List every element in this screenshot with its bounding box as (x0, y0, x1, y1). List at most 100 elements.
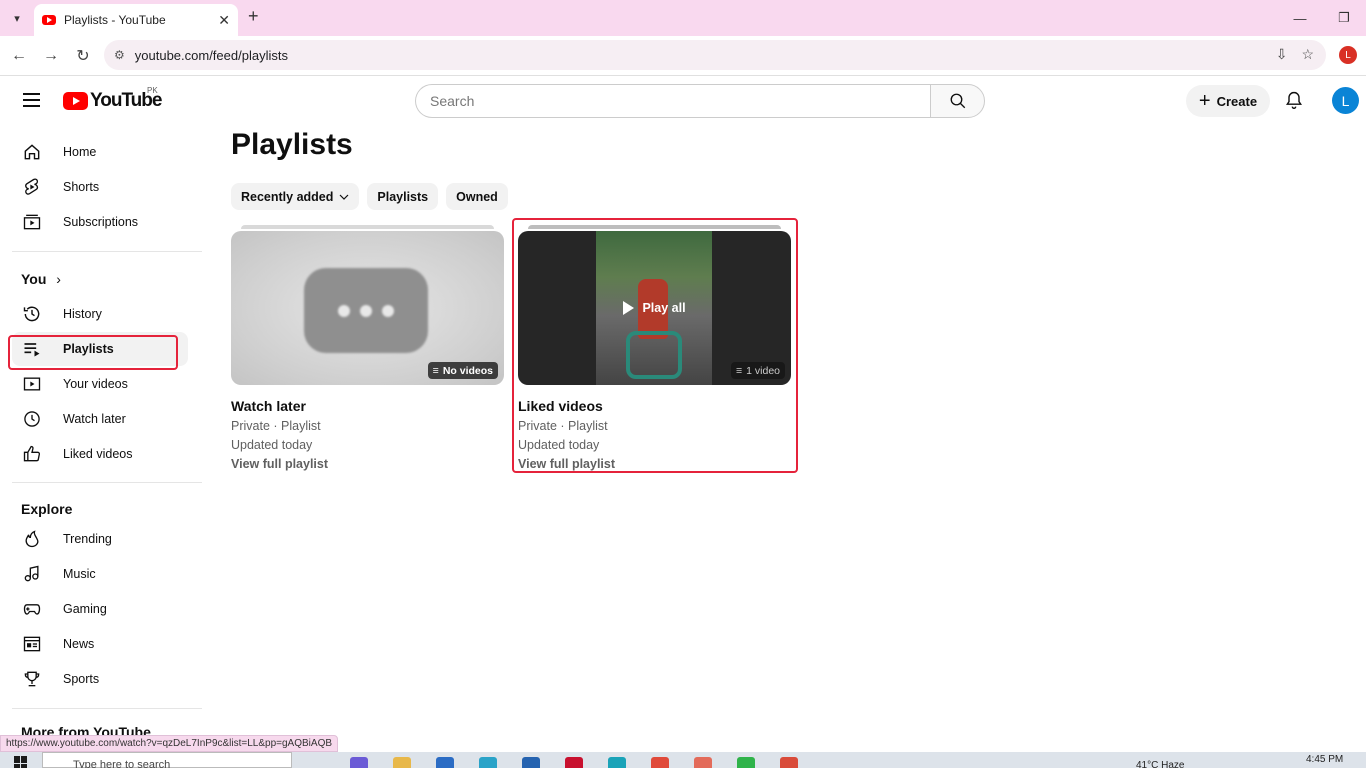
sidebar-item-news[interactable]: News (12, 627, 188, 661)
chrome-browser-icon[interactable] (651, 757, 669, 768)
view-full-playlist-link[interactable]: View full playlist (231, 457, 504, 471)
playlist-card-watch-later[interactable]: ≡ No videos Watch later Private · Playli… (231, 225, 504, 471)
youtube-header: YouTube PK + Create L (0, 76, 1366, 124)
chrome-active-icon[interactable] (780, 757, 798, 768)
chip-label: Recently added (241, 189, 334, 204)
playlists-icon (21, 338, 43, 360)
sidebar-item-label: Liked videos (63, 447, 133, 461)
playlist-title[interactable]: Watch later (231, 398, 504, 414)
thumbs-up-icon (21, 443, 43, 465)
site-info-icon[interactable]: ⚙ (114, 48, 125, 62)
whatsapp-icon[interactable] (737, 757, 755, 768)
store-app-icon[interactable] (522, 757, 540, 768)
sidebar-item-music[interactable]: Music (12, 557, 188, 591)
sidebar-divider (12, 708, 202, 709)
install-app-icon[interactable]: ⇩ (1276, 46, 1288, 63)
reload-button[interactable]: ↻ (67, 40, 99, 72)
app-icon[interactable] (608, 757, 626, 768)
sidebar-item-label: News (63, 637, 95, 651)
playlist-thumbnail[interactable]: ≡ No videos (231, 225, 504, 385)
youtube-logo[interactable]: YouTube PK (63, 86, 162, 112)
sidebar-item-label: Your videos (63, 377, 128, 391)
sidebar-item-label: Sports (63, 672, 100, 686)
sidebar-item-playlists[interactable]: Playlists (12, 332, 188, 366)
subscriptions-icon (21, 211, 43, 233)
sidebar-item-shorts[interactable]: Shorts (12, 170, 188, 204)
chip-recently-added[interactable]: Recently added (231, 183, 360, 210)
sidebar-item-sports[interactable]: Sports (12, 662, 188, 696)
playlist-card-liked-videos[interactable]: Play all ≡ 1 video Liked videos Private … (518, 225, 791, 471)
tab-close-icon[interactable]: ✕ (218, 12, 230, 29)
home-icon (21, 141, 43, 163)
sidebar: Home Shorts Subscriptions You › History … (0, 124, 202, 736)
window-controls: — ❐ (1278, 0, 1366, 36)
edge-browser-icon[interactable] (479, 757, 497, 768)
playlist-mini-icon: ≡ (432, 364, 439, 377)
sidebar-item-home[interactable]: Home (12, 135, 188, 169)
mail-app-icon[interactable] (436, 757, 454, 768)
notifications-bell-icon[interactable] (1284, 90, 1304, 115)
search-icon (950, 93, 965, 109)
new-tab-button[interactable]: + (248, 6, 259, 27)
menu-icon[interactable] (23, 93, 40, 107)
ellipsis-placeholder-icon (304, 268, 428, 353)
account-avatar[interactable]: L (1332, 87, 1359, 114)
chip-playlists[interactable]: Playlists (367, 183, 439, 210)
sidebar-item-liked-videos[interactable]: Liked videos (12, 437, 188, 471)
your-videos-icon (21, 373, 43, 395)
tab-search-button[interactable]: ▾ (4, 5, 30, 31)
gamepad-icon (21, 598, 43, 620)
trending-flame-icon (21, 528, 43, 550)
tab-title: Playlists - YouTube (64, 13, 166, 27)
sidebar-item-label: Subscriptions (63, 215, 139, 229)
playlist-thumbnail[interactable]: Play all ≡ 1 video (518, 225, 791, 385)
sidebar-divider (12, 251, 202, 252)
minimize-button[interactable]: — (1278, 0, 1322, 36)
sidebar-item-label: Home (63, 145, 97, 159)
taskbar-clock[interactable]: 4:45 PM (1306, 754, 1343, 765)
sidebar-item-history[interactable]: History (12, 297, 188, 331)
playlist-updated: Updated today (518, 438, 600, 452)
sidebar-item-trending[interactable]: Trending (12, 522, 188, 556)
chevron-right-icon: › (56, 271, 61, 287)
sidebar-item-gaming[interactable]: Gaming (12, 592, 188, 626)
sidebar-explore-heading: Explore (21, 501, 73, 517)
chip-label: Owned (456, 189, 498, 204)
windows-taskbar: Type here to search 41°C Haze 4:45 PM (0, 752, 1366, 768)
search-button[interactable] (930, 84, 985, 118)
sidebar-item-subscriptions[interactable]: Subscriptions (12, 205, 188, 239)
playlist-updated: Updated today (231, 438, 313, 452)
filter-chips: Recently added Playlists Owned (231, 183, 508, 210)
netflix-app-icon[interactable] (565, 757, 583, 768)
file-explorer-icon[interactable] (393, 757, 411, 768)
browser-tab[interactable]: Playlists - YouTube ✕ (34, 4, 238, 36)
country-code: PK (147, 86, 158, 95)
create-button[interactable]: + Create (1186, 85, 1270, 117)
chip-owned[interactable]: Owned (446, 183, 508, 210)
browser-profile-avatar[interactable]: L (1339, 46, 1357, 64)
back-button[interactable]: ← (3, 40, 35, 72)
sidebar-you-heading[interactable]: You › (21, 271, 61, 287)
restore-button[interactable]: ❐ (1322, 0, 1366, 36)
url-text: youtube.com/feed/playlists (134, 47, 288, 63)
address-bar[interactable]: ⚙ youtube.com/feed/playlists ⇩ ☆ (104, 40, 1326, 70)
windows-start-icon[interactable] (14, 756, 28, 768)
badge-label: 1 video (746, 364, 780, 377)
sidebar-item-label: History (63, 307, 102, 321)
weather-widget[interactable]: 41°C Haze (1136, 760, 1184, 768)
copilot-app-icon[interactable] (350, 757, 368, 768)
watch-later-icon (21, 408, 43, 430)
sidebar-divider (12, 482, 202, 483)
video-thumbnail: Play all ≡ 1 video (518, 231, 791, 385)
playlist-title[interactable]: Liked videos (518, 398, 791, 414)
view-full-playlist-link[interactable]: View full playlist (518, 457, 791, 471)
app-icon[interactable] (694, 757, 712, 768)
sidebar-item-watch-later[interactable]: Watch later (12, 402, 188, 436)
playlist-privacy: Private · Playlist (231, 419, 321, 433)
forward-button[interactable]: → (35, 40, 67, 72)
sidebar-item-your-videos[interactable]: Your videos (12, 367, 188, 401)
taskbar-search-box[interactable]: Type here to search (42, 752, 292, 768)
newspaper-icon (21, 633, 43, 655)
search-input[interactable] (415, 84, 930, 118)
bookmark-star-icon[interactable]: ☆ (1301, 46, 1314, 63)
